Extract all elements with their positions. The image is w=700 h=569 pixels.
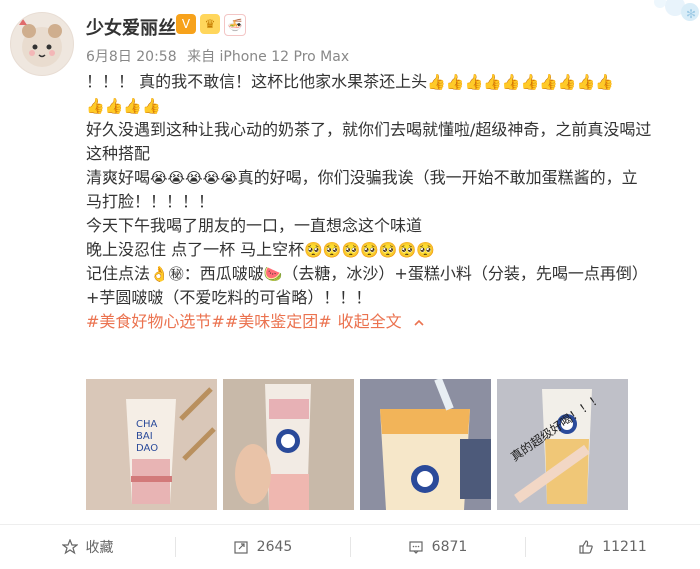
avatar[interactable] — [10, 12, 74, 76]
photo-2[interactable] — [223, 379, 354, 510]
photo-3[interactable] — [360, 379, 491, 510]
weibo-card: ✻ 少女爱丽丝 V ♛ 🍜 6月8日 20:58 来自 iPhone 12 Pr… — [0, 0, 700, 568]
text-line-9: 晚上没忍住 点了一杯 马上空杯 — [86, 240, 305, 259]
text-line: ！！！ 真的我不敢信！这杯比他家水果茶还上头👍👍👍👍👍👍👍👍👍👍 — [86, 70, 686, 94]
crying-face-icon: 😭😭😭😭😭 — [150, 169, 238, 187]
post-meta: 6月8日 20:58 来自 iPhone 12 Pro Max — [86, 46, 349, 66]
repost-count: 2645 — [256, 539, 293, 555]
post-date[interactable]: 6月8日 20:58 — [86, 49, 177, 65]
user-name[interactable]: 少女爱丽丝 — [86, 14, 176, 40]
photo-1[interactable]: CHA BAI DAO — [86, 379, 217, 510]
collapse-link[interactable]: 收起全文 — [338, 312, 402, 331]
thumbs-up-icon — [579, 540, 593, 554]
text-line: 👍👍👍👍 — [86, 94, 686, 118]
thumbs-up-icon: 👍👍👍👍👍👍👍👍👍👍 — [427, 73, 614, 91]
user-badges: V ♛ 🍜 — [176, 14, 246, 36]
favorite-label: 收藏 — [85, 540, 114, 556]
photo-grid: CHA BAI DAO 真的超级好喝！！！ — [86, 379, 628, 510]
text-line: 今天下午我喝了朋友的一口，一直想念这个味道 — [86, 216, 423, 235]
text-line-11: ：西瓜啵啵 — [183, 264, 264, 283]
secret-icon: ㊙ — [168, 265, 184, 283]
photo-4[interactable]: 真的超级好喝！！！ — [497, 379, 628, 510]
text-line-5: 清爽好喝 — [86, 168, 151, 187]
hashtag-line: #美食好物心选节##美味鉴定团# 收起全文 — [86, 310, 686, 334]
svg-text:CHA: CHA — [136, 419, 158, 430]
text-line: 清爽好喝😭😭😭😭😭真的好喝，你们没骗我诶（我一开始不敢加蛋糕酱的，立 — [86, 166, 686, 190]
ok-hand-icon: 👌 — [150, 265, 169, 283]
post-source: 来自 iPhone 12 Pro Max — [187, 49, 350, 65]
favorite-button[interactable]: 收藏 — [0, 525, 175, 569]
text-line-10: 记住点法 — [86, 264, 151, 283]
svg-text:DAO: DAO — [136, 443, 158, 454]
like-button[interactable]: 11211 — [525, 525, 700, 569]
pleading-face-icon: 🥺🥺🥺🥺🥺🥺🥺 — [304, 241, 435, 259]
repost-icon — [234, 541, 248, 554]
comment-count: 6871 — [431, 539, 468, 555]
star-icon — [61, 539, 78, 555]
chevron-up-icon[interactable] — [413, 317, 425, 329]
text-line: 晚上没忍住 点了一杯 马上空杯🥺🥺🥺🥺🥺🥺🥺 — [86, 238, 686, 262]
comment-icon — [409, 541, 423, 554]
text-line: 这种搭配 — [86, 144, 151, 163]
hashtag-links[interactable]: #美食好物心选节##美味鉴定团# — [86, 312, 332, 331]
post-content: ！！！ 真的我不敢信！这杯比他家水果茶还上头👍👍👍👍👍👍👍👍👍👍 👍👍👍👍 好久… — [86, 70, 686, 334]
text-line: 记住点法👌㊙：西瓜啵啵🍉（去糖，冰沙）+蛋糕小料（分装，先喝一点再倒） — [86, 262, 686, 286]
like-count: 11211 — [602, 539, 647, 555]
text-line-12: （去糖，冰沙）+蛋糕小料（分装，先喝一点再倒） — [282, 264, 648, 283]
text-line-6: 真的好喝，你们没骗我诶（我一开始不敢加蛋糕酱的，立 — [237, 168, 638, 187]
text-line: 马打脸！！！！！ — [86, 192, 215, 211]
verified-v-icon[interactable]: V — [176, 14, 196, 34]
text-line-1: ！！！ 真的我不敢信！这杯比他家水果茶还上头 — [86, 72, 428, 91]
bowl-icon[interactable]: 🍜 — [224, 14, 246, 36]
svg-text:BAI: BAI — [136, 431, 153, 442]
crown-icon[interactable]: ♛ — [200, 14, 220, 34]
text-line: +芋圆啵啵（不爱吃料的可省略）！！！ — [86, 288, 372, 307]
watermelon-icon: 🍉 — [263, 265, 283, 283]
text-line: 好久没遇到这种让我心动的奶茶了，就你们去喝就懂啦/超级神奇，之前真没喝过 — [86, 120, 652, 139]
repost-button[interactable]: 2645 — [175, 525, 350, 569]
comment-button[interactable]: 6871 — [350, 525, 525, 569]
svg-text:✻: ✻ — [686, 7, 696, 21]
snowflake-decoration-icon: ✻ — [654, 0, 699, 21]
action-bar: 收藏 2645 6871 11211 — [0, 524, 700, 569]
thumbs-up-icon: 👍👍👍👍 — [86, 97, 161, 115]
